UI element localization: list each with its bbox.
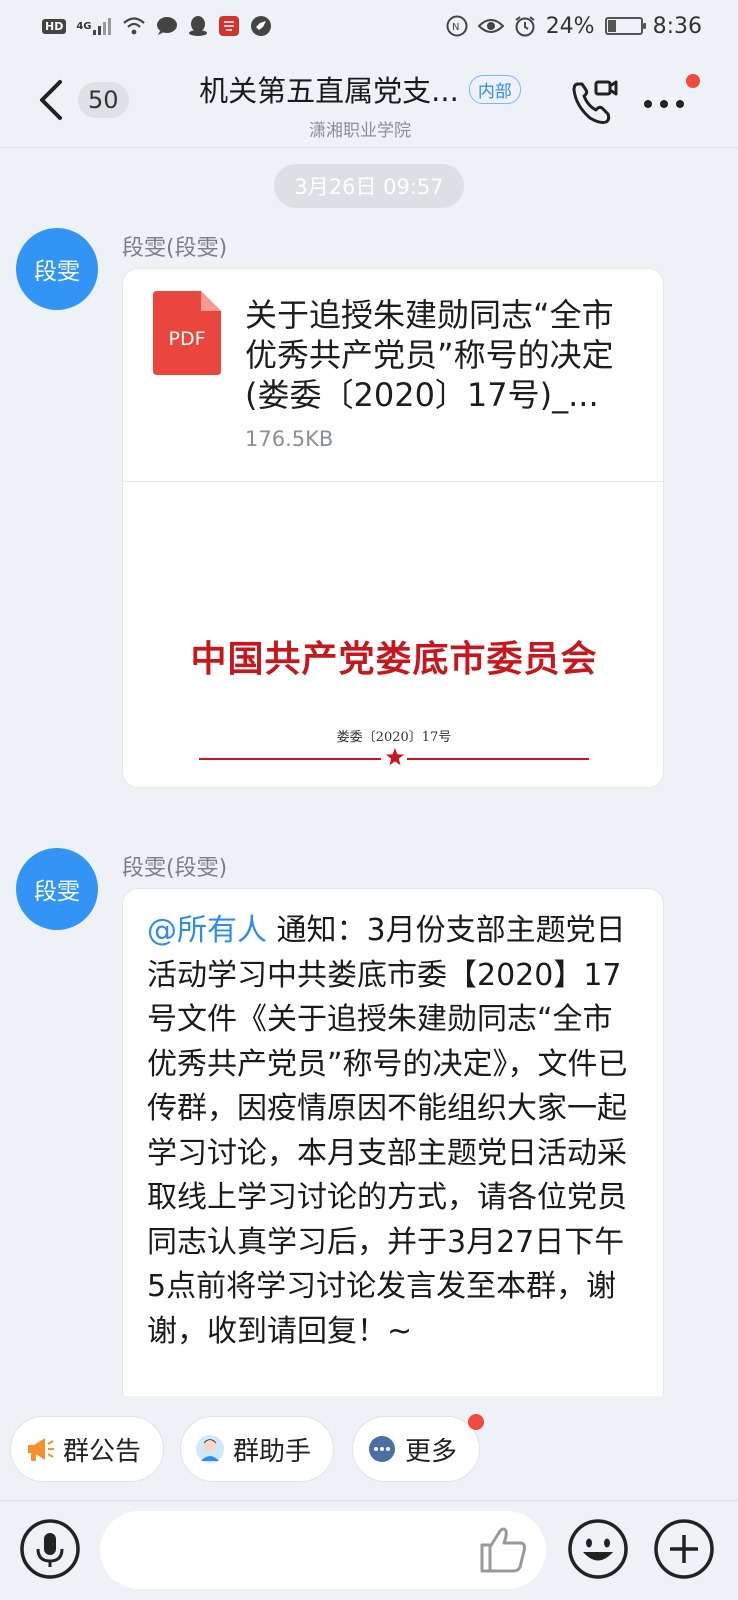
document-preview[interactable]: 中国共产党娄底市委员会 娄委〔2020〕17号 xyxy=(123,482,663,787)
back-button[interactable] xyxy=(30,74,70,126)
video-call-icon xyxy=(572,80,618,124)
more-actions-button[interactable]: 更多 xyxy=(352,1416,481,1482)
svg-text:N: N xyxy=(452,22,459,33)
internal-tag: 内部 xyxy=(468,74,521,104)
status-bar: HD 4G N 24% 8:36 xyxy=(0,0,738,52)
voice-input-button[interactable] xyxy=(18,1517,82,1581)
signal-icon: 4G xyxy=(76,16,111,36)
eye-icon xyxy=(477,17,504,35)
chat-title-area[interactable]: 机关第五直属党支... 内部 潇湘职业学院 xyxy=(150,68,570,141)
shield-icon xyxy=(250,15,272,37)
input-bar xyxy=(0,1500,738,1600)
chip-label: 群公告 xyxy=(63,1436,142,1467)
chat-icon xyxy=(156,16,178,36)
pdf-icon-label: PDF xyxy=(168,328,205,350)
document-number: 娄委〔2020〕17号 xyxy=(336,730,452,745)
video-call-button[interactable] xyxy=(568,76,620,128)
sender-name: 段雯(段雯) xyxy=(122,856,228,881)
emoji-icon xyxy=(568,1519,628,1579)
chat-subtitle: 潇湘职业学院 xyxy=(309,121,411,141)
file-title: 关于追授朱建勋同志“全市优秀共产党员”称号的决定(娄委〔2020〕17号)_..… xyxy=(245,296,614,414)
status-left: HD 4G xyxy=(42,15,272,37)
text-message-bubble[interactable]: @所有人 通知：3月份支部主题党日活动学习中共娄底市委【2020】17号文件《关… xyxy=(122,888,664,1408)
chat-header: 50 机关第五直属党支... 内部 潇湘职业学院 xyxy=(0,52,738,148)
wifi-icon xyxy=(122,16,146,36)
plus-icon xyxy=(654,1519,714,1579)
emoji-button[interactable] xyxy=(566,1517,630,1581)
file-message-card[interactable]: PDF 关于追授朱建勋同志“全市优秀共产党员”称号的决定(娄委〔2020〕17号… xyxy=(122,268,664,788)
status-right: N 24% 8:36 xyxy=(446,14,702,39)
sender-avatar[interactable]: 段雯 xyxy=(16,228,98,310)
battery-level xyxy=(607,20,616,32)
notification-dot xyxy=(686,74,700,88)
title-row: 机关第五直属党支... 内部 xyxy=(150,68,570,110)
sender-name: 段雯(段雯) xyxy=(122,236,228,261)
chip-label: 更多 xyxy=(405,1436,458,1467)
chat-title: 机关第五直属党支... xyxy=(199,74,459,108)
file-size: 176.5KB xyxy=(245,427,334,451)
microphone-icon xyxy=(20,1519,80,1579)
thumbs-up-icon xyxy=(480,1527,526,1573)
nfc-icon: N xyxy=(446,15,468,37)
hd-icon: HD xyxy=(42,18,67,34)
star-icon xyxy=(386,748,404,766)
megaphone-icon xyxy=(25,1434,55,1464)
assistant-avatar-icon xyxy=(195,1434,225,1464)
group-assistant-button[interactable]: 群助手 xyxy=(180,1416,335,1482)
chevron-left-icon xyxy=(40,80,62,120)
unread-count-badge[interactable]: 50 xyxy=(78,82,129,118)
group-announcement-button[interactable]: 群公告 xyxy=(10,1416,165,1482)
battery-icon xyxy=(604,17,646,35)
red-rule-right xyxy=(407,758,589,760)
message-body: 通知：3月份支部主题党日活动学习中共娄底市委【2020】17号文件《关于追授朱建… xyxy=(147,913,628,1349)
sender-avatar[interactable]: 段雯 xyxy=(16,848,98,930)
network-type: 4G xyxy=(76,20,92,32)
app-icon xyxy=(218,15,240,37)
chip-label: 群助手 xyxy=(233,1436,312,1467)
more-options-button[interactable] xyxy=(640,80,692,124)
quick-action-bar: 群公告 群助手 更多 xyxy=(0,1396,738,1500)
more-dots-icon xyxy=(644,100,684,108)
document-issuer: 中国共产党娄底市委员会 xyxy=(190,638,598,680)
more-circle-icon xyxy=(367,1434,397,1464)
pdf-file-icon: PDF xyxy=(153,291,221,375)
battery-percent: 24% xyxy=(545,13,595,39)
add-attachment-button[interactable] xyxy=(652,1517,716,1581)
thumbs-up-button[interactable] xyxy=(476,1521,532,1577)
red-rule-left xyxy=(199,758,381,760)
notification-dot xyxy=(468,1414,484,1430)
message-timestamp: 3月26日 09:57 xyxy=(274,164,464,208)
mention-all[interactable]: @所有人 xyxy=(147,913,267,948)
alarm-icon xyxy=(514,15,536,37)
clock: 8:36 xyxy=(652,13,702,39)
qq-icon xyxy=(188,15,208,37)
